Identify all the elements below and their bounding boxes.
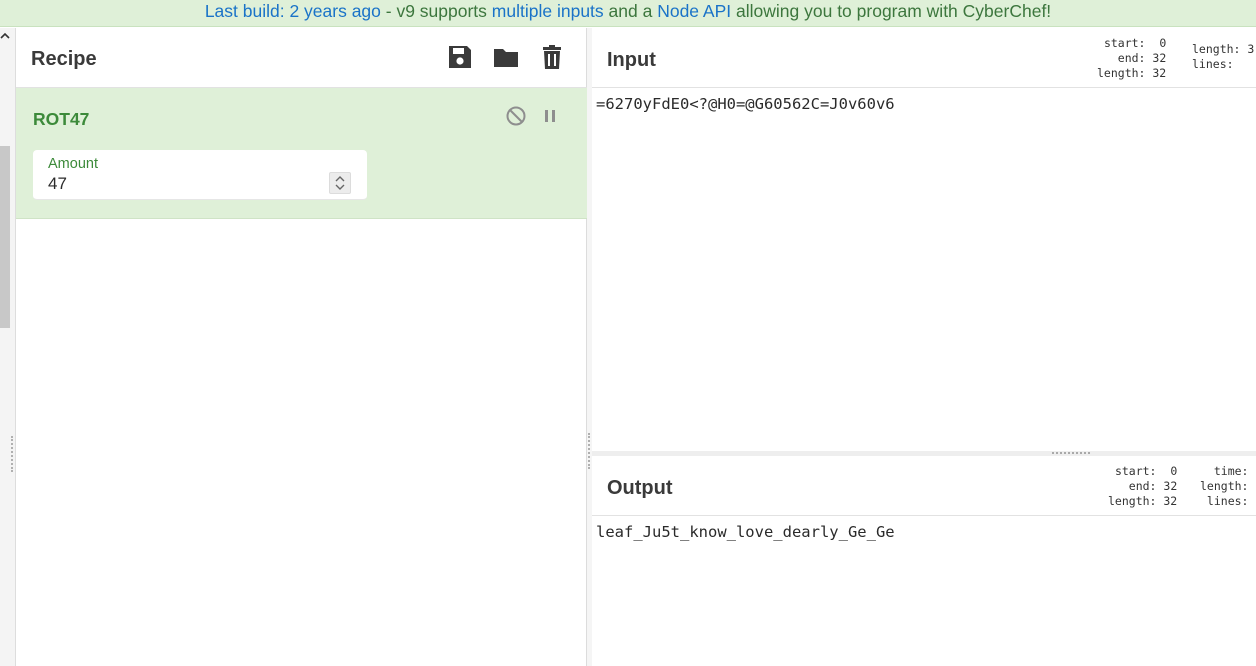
amount-argument: Amount [33,150,367,200]
input-title: Input [607,49,656,71]
disable-icon [506,106,526,126]
input-header: Input start: 0 end: 32 length: 32 length… [592,28,1256,88]
announcement-banner: Last build: 2 years ago - v9 supports mu… [0,0,1256,27]
folder-open-icon [494,49,518,67]
banner-multiple-inputs-link[interactable]: multiple inputs [492,1,604,21]
amount-input[interactable] [48,174,318,194]
operation-rot47[interactable]: ROT47 Amount [16,88,587,219]
operations-pane-edge [0,28,16,666]
operation-name: ROT47 [33,109,90,129]
input-pane: Input start: 0 end: 32 length: 32 length… [592,28,1256,451]
banner-build-link[interactable]: Last build: 2 years ago [205,1,381,21]
splitter-grip[interactable] [588,433,590,469]
clear-recipe-button[interactable] [539,44,565,70]
chevron-up-icon[interactable] [0,30,10,44]
stepper-arrows-icon [335,176,345,190]
input-length-info: length: 3 lines: [1192,42,1255,71]
load-recipe-button[interactable] [493,44,519,70]
output-text[interactable]: leaf_Ju5t_know_love_dearly_Ge_Ge [596,523,895,541]
disable-operation-button[interactable] [505,105,527,127]
trash-icon [543,45,561,69]
banner-node-api-link[interactable]: Node API [657,1,731,21]
output-pane: Output start: 0 end: 32 length: 32 time:… [592,456,1256,666]
output-selection-info: start: 0 end: 32 length: 32 [1108,464,1178,508]
pause-icon [545,110,555,122]
recipe-header: Recipe [16,28,587,88]
resize-handle[interactable] [11,436,13,472]
output-title: Output [607,477,673,499]
banner-text-3: allowing you to program with CyberChef! [731,1,1052,21]
amount-label: Amount [48,156,98,172]
amount-stepper[interactable] [329,172,351,194]
output-header: Output start: 0 end: 32 length: 32 time:… [592,456,1256,516]
banner-text-1: - v9 supports [380,1,492,21]
recipe-pane: Recipe ROT47 Amount 47 [16,28,587,666]
scrollbar-thumb[interactable] [0,146,10,328]
input-selection-info: start: 0 end: 32 length: 32 [1097,36,1167,80]
save-icon [449,46,471,68]
output-stats-info: time: length: lines: [1200,464,1249,508]
splitter-grip[interactable] [1052,452,1090,454]
banner-text-2: and a [603,1,658,21]
recipe-title: Recipe [31,48,97,70]
breakpoint-button[interactable] [542,107,558,125]
save-recipe-button[interactable] [447,44,473,70]
input-textarea[interactable]: =6270yFdE0<?@H0=@G60562C=J0v60v6 [596,95,895,113]
